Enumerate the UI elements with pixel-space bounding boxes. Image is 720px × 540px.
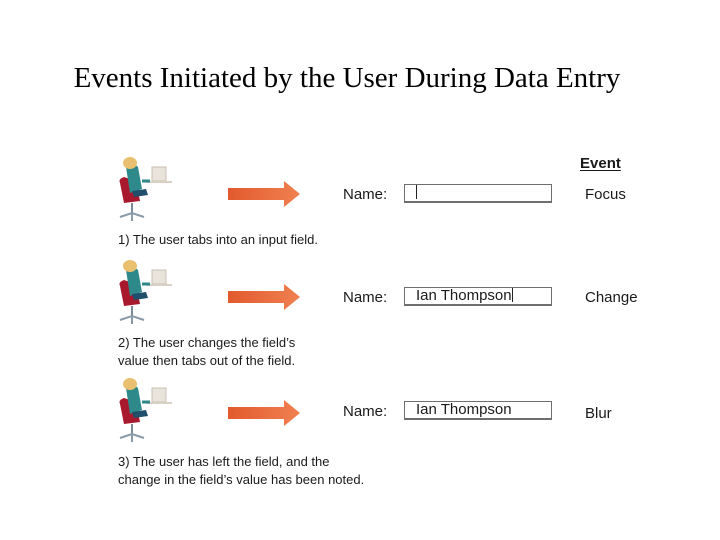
- step-caption: 3) The user has left the field, and the …: [118, 454, 365, 487]
- arrow-right-icon: [228, 284, 300, 310]
- name-input-blurred[interactable]: Ian Thompson: [404, 401, 552, 420]
- name-input-focused[interactable]: [404, 184, 552, 203]
- arrow-right-icon: [228, 181, 300, 207]
- user-at-computer-icon: [119, 378, 172, 442]
- event-change: Change: [585, 289, 638, 306]
- slide-title: Events Initiated by the User During Data…: [73, 62, 621, 94]
- name-label: Name:: [343, 186, 388, 203]
- name-input-editing[interactable]: Ian Thompson: [404, 287, 552, 306]
- step-caption: 1) The user tabs into an input field.: [118, 232, 318, 247]
- text-cursor: [511, 288, 513, 302]
- name-label: Name:: [343, 403, 388, 420]
- user-at-computer-icon: [119, 157, 172, 221]
- event-column-header: Event: [580, 155, 621, 172]
- name-input-value: Ian Thompson: [416, 287, 512, 304]
- name-label: Name:: [343, 289, 388, 306]
- arrow-right-icon: [228, 400, 300, 426]
- event-blur: Blur: [585, 405, 612, 422]
- step-caption: 2) The user changes the field’s value th…: [118, 335, 296, 368]
- name-input-value: Ian Thompson: [416, 401, 512, 418]
- text-cursor: [416, 185, 417, 199]
- event-focus: Focus: [585, 186, 626, 203]
- user-at-computer-icon: [119, 260, 172, 324]
